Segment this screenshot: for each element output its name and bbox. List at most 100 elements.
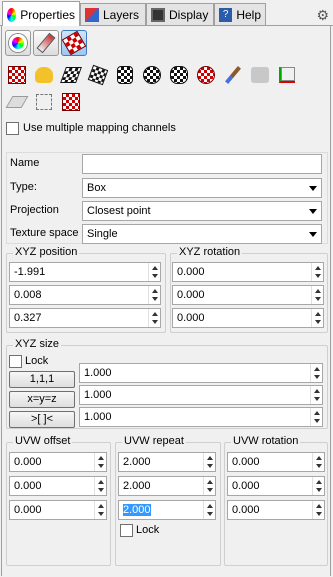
- uvw-rotation-v-input[interactable]: 0.000: [227, 476, 325, 496]
- size-uniform-button[interactable]: x=y=z: [9, 391, 75, 408]
- offset-v-input[interactable]: 0.000: [9, 476, 107, 496]
- material-button[interactable]: [33, 30, 59, 56]
- object-properties-button[interactable]: [5, 30, 31, 56]
- tab-properties[interactable]: Properties: [2, 1, 80, 27]
- rotation-z-input[interactable]: 0.000: [172, 308, 324, 328]
- chevron-down-icon: [309, 232, 317, 237]
- uvw-rotation-u-input[interactable]: 0.000: [227, 452, 325, 472]
- repeat-v-input[interactable]: 2.000: [118, 476, 216, 496]
- spinner[interactable]: [312, 501, 324, 519]
- offset-w-input[interactable]: 0.000: [9, 500, 107, 520]
- spinner[interactable]: [148, 309, 160, 327]
- color-wheel-icon: [9, 34, 27, 52]
- type-label: Type:: [10, 181, 37, 193]
- uvw-rotation-w-value: 0.000: [232, 504, 260, 516]
- uvw-repeat-title: UVW repeat: [122, 435, 186, 447]
- chevron-down-icon: [309, 186, 317, 191]
- position-z-input[interactable]: 0.327: [9, 308, 161, 328]
- multiple-channels-checkbox[interactable]: [6, 122, 19, 135]
- tab-layers[interactable]: Layers: [80, 3, 146, 25]
- spinner[interactable]: [311, 286, 323, 304]
- tab-display[interactable]: Display: [146, 3, 214, 25]
- type-value: Box: [87, 182, 106, 194]
- planar-map-icon[interactable]: [59, 63, 83, 87]
- spinner[interactable]: [310, 386, 322, 404]
- spinner[interactable]: [312, 453, 324, 471]
- repeat-u-input[interactable]: 2.000: [118, 452, 216, 472]
- spinner[interactable]: [203, 477, 215, 495]
- offset-u-value: 0.000: [14, 456, 42, 468]
- duck-icon[interactable]: [32, 63, 56, 87]
- brush-icon[interactable]: [221, 63, 245, 87]
- remove-mapping-icon[interactable]: [194, 63, 218, 87]
- texture-space-label: Texture space: [10, 227, 79, 239]
- texture-mapping-button[interactable]: [61, 30, 87, 56]
- projection-value: Closest point: [87, 205, 151, 217]
- tab-label: Layers: [103, 7, 140, 22]
- rotation-y-input[interactable]: 0.000: [172, 285, 324, 305]
- capped-sphere-map-icon[interactable]: [167, 63, 191, 87]
- texture-space-select[interactable]: Single: [82, 224, 322, 244]
- rotation-x-input[interactable]: 0.000: [172, 262, 324, 282]
- name-label: Name: [10, 157, 40, 169]
- size-z-value: 1.000: [84, 411, 112, 423]
- position-x-input[interactable]: -1.991: [9, 262, 161, 282]
- repeat-w-input[interactable]: 2.000: [118, 500, 216, 520]
- xyz-position-title: XYZ position: [13, 246, 80, 258]
- panel-tabbar: Properties Layers Display ? Help ⚙: [0, 0, 333, 27]
- spinner[interactable]: [310, 408, 322, 426]
- uvw-rotation-u-value: 0.000: [232, 456, 260, 468]
- help-icon: ?: [219, 7, 233, 22]
- show-mapping-widget-icon[interactable]: [5, 90, 29, 114]
- spinner[interactable]: [148, 263, 160, 281]
- spinner[interactable]: [94, 477, 106, 495]
- box-map-icon[interactable]: [86, 63, 110, 87]
- tab-label: Properties: [20, 7, 75, 22]
- size-y-input[interactable]: 1.000: [79, 385, 323, 405]
- size-one-button[interactable]: 1,1,1: [9, 371, 75, 388]
- rotation-z-value: 0.000: [177, 312, 205, 324]
- size-lock-checkbox[interactable]: [9, 355, 22, 368]
- xyz-size-title: XYZ size: [13, 338, 62, 350]
- size-fit-button[interactable]: >[ ]<: [9, 411, 75, 428]
- position-x-value: -1.991: [14, 266, 46, 278]
- spinner[interactable]: [203, 453, 215, 471]
- color-wheel-icon: [7, 7, 17, 22]
- cylinder-map-icon[interactable]: [113, 63, 137, 87]
- spinner[interactable]: [94, 453, 106, 471]
- position-y-input[interactable]: 0.008: [9, 285, 161, 305]
- gear-icon[interactable]: ⚙: [316, 7, 329, 24]
- sphere-map-icon[interactable]: [140, 63, 164, 87]
- position-z-value: 0.327: [14, 312, 42, 324]
- offset-v-value: 0.000: [14, 480, 42, 492]
- uvw-rotation-w-input[interactable]: 0.000: [227, 500, 325, 520]
- spinner[interactable]: [310, 364, 322, 382]
- repeat-lock-label: Lock: [136, 524, 160, 536]
- spinner[interactable]: [311, 263, 323, 281]
- match-mapping-icon[interactable]: [248, 63, 272, 87]
- projection-select[interactable]: Closest point: [82, 201, 322, 221]
- repeat-lock-checkbox[interactable]: [120, 524, 133, 537]
- layers-icon: [85, 7, 99, 22]
- spinner[interactable]: [311, 309, 323, 327]
- unwrap-icon[interactable]: [5, 63, 29, 87]
- offset-u-input[interactable]: 0.000: [9, 452, 107, 472]
- size-z-input[interactable]: 1.000: [79, 407, 323, 427]
- tab-help[interactable]: ? Help: [214, 3, 266, 25]
- uvw-rotation-title: UVW rotation: [231, 435, 301, 447]
- tab-label: Help: [236, 7, 261, 22]
- repeat-u-value: 2.000: [123, 456, 151, 468]
- type-select[interactable]: Box: [82, 178, 322, 198]
- mapping-widget-icon[interactable]: [32, 90, 56, 114]
- spinner[interactable]: [203, 501, 215, 519]
- spinner[interactable]: [94, 501, 106, 519]
- texture-space-value: Single: [87, 228, 118, 240]
- repeat-w-value: 2.000: [123, 504, 151, 516]
- size-x-input[interactable]: 1.000: [79, 363, 323, 383]
- spinner[interactable]: [148, 286, 160, 304]
- name-field[interactable]: [82, 154, 322, 174]
- gumball-icon[interactable]: [275, 63, 299, 87]
- checker-red-icon[interactable]: [59, 90, 83, 114]
- checker-map-icon: [61, 30, 87, 56]
- spinner[interactable]: [312, 477, 324, 495]
